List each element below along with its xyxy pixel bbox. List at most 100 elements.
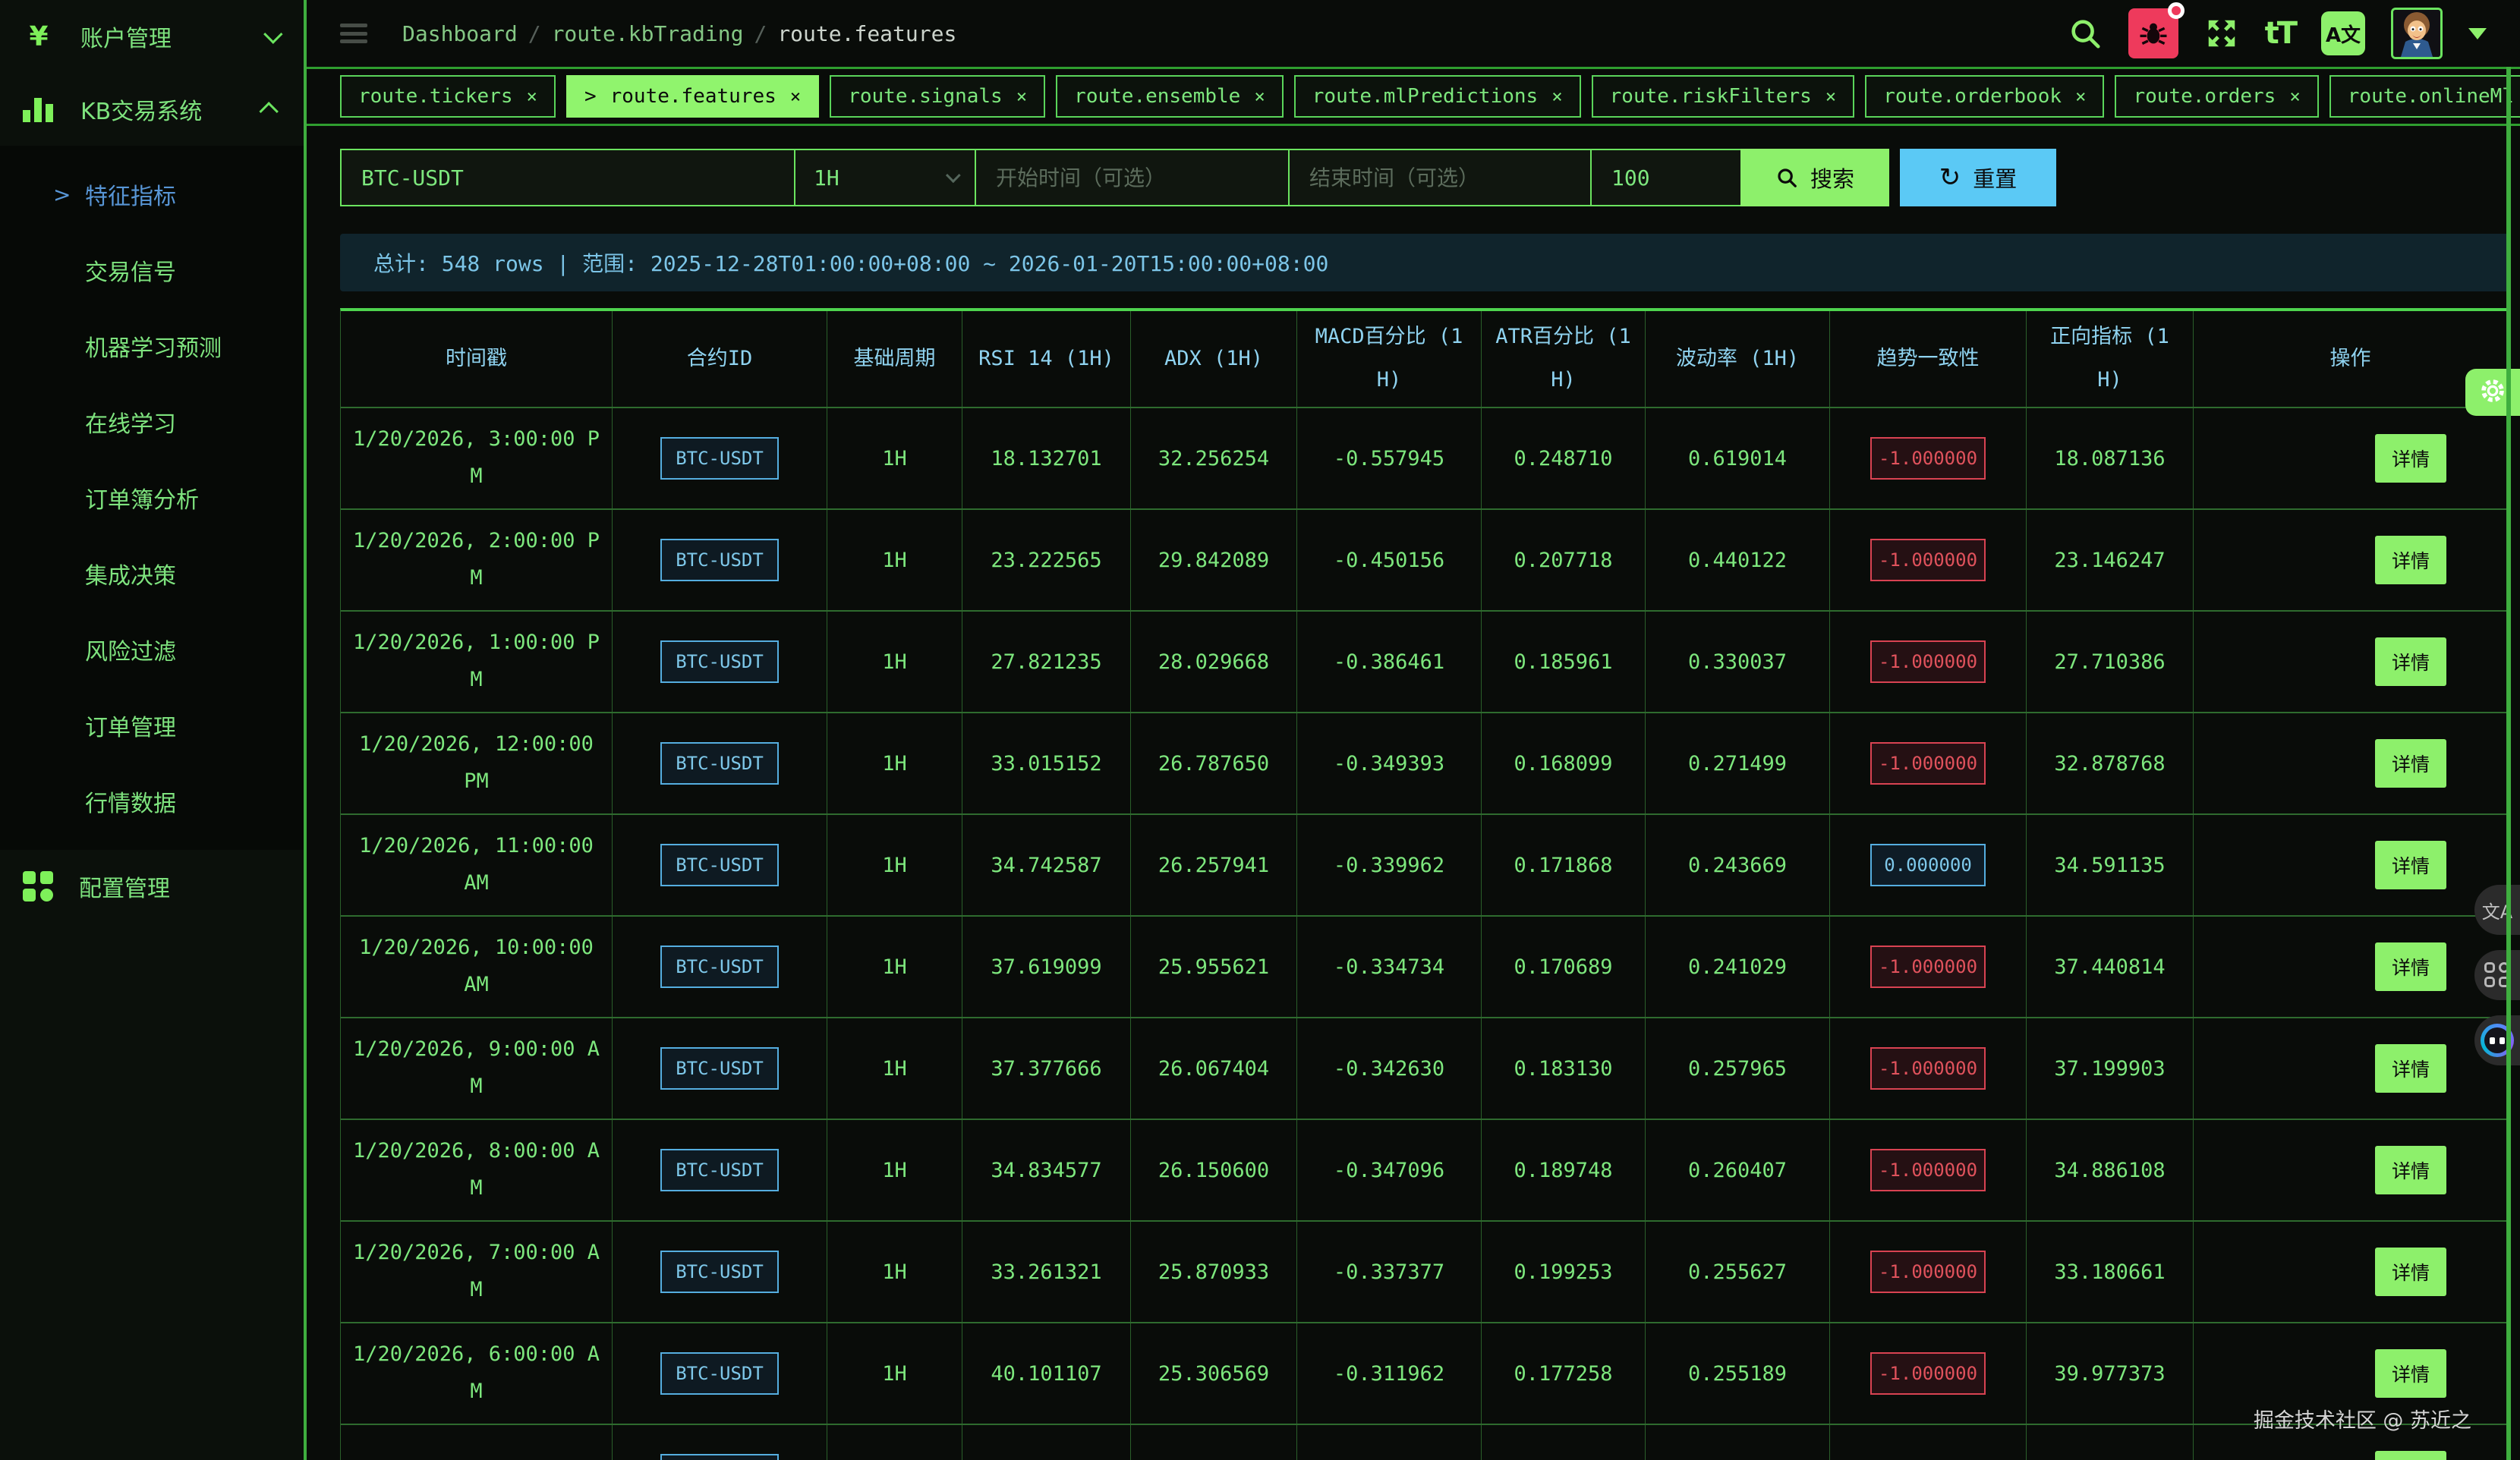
detail-button[interactable]: 详情 bbox=[2375, 1248, 2446, 1296]
sidebar-subitem[interactable]: 机器学习预测 bbox=[0, 308, 304, 384]
tab-route.signals[interactable]: route.signals× bbox=[830, 75, 1045, 118]
settings-fab[interactable] bbox=[2465, 369, 2520, 416]
cell-volatility: 0.243669 bbox=[1646, 815, 1830, 915]
sidebar-subitem-label: 订单簿分析 bbox=[85, 481, 199, 514]
tab-route.features[interactable]: >route.features× bbox=[566, 75, 819, 118]
column-header: RSI 14 (1H) bbox=[962, 311, 1131, 407]
detail-button[interactable]: 详情 bbox=[2375, 1451, 2446, 1460]
bug-report-button[interactable] bbox=[2128, 8, 2178, 58]
detail-button[interactable]: 详情 bbox=[2375, 536, 2446, 584]
close-icon[interactable]: × bbox=[1254, 86, 1265, 107]
sidebar-subitem[interactable]: 行情数据 bbox=[0, 763, 304, 839]
user-menu-caret-icon[interactable] bbox=[2468, 28, 2487, 39]
close-icon[interactable]: × bbox=[2075, 86, 2086, 107]
table-row: 1/20/2026, 2:00:00 PMBTC-USDT1H23.222565… bbox=[341, 508, 2511, 610]
font-size-icon[interactable]: tT bbox=[2265, 16, 2295, 51]
tab-route.riskFilters[interactable]: route.riskFilters× bbox=[1592, 75, 1855, 118]
translate-fab[interactable]: 文A bbox=[2474, 885, 2520, 935]
symbol-input[interactable] bbox=[342, 165, 794, 190]
cell-rsi: 18.132701 bbox=[962, 408, 1131, 508]
period-select[interactable]: 1H bbox=[794, 149, 976, 206]
sidebar-collapse-icon[interactable] bbox=[340, 24, 367, 43]
tab-route.onlineMl[interactable]: route.onlineMl× bbox=[2329, 75, 2520, 118]
reset-button[interactable]: ↻ 重置 bbox=[1900, 149, 2056, 206]
tab-route.orderbook[interactable]: route.orderbook× bbox=[1865, 75, 2104, 118]
avatar[interactable] bbox=[2391, 8, 2443, 59]
limit-input[interactable] bbox=[1592, 165, 1740, 190]
watermark: 掘金技术社区 @ 苏近之 bbox=[2254, 1404, 2471, 1433]
sidebar-subitem-label: 订单管理 bbox=[85, 709, 176, 742]
active-arrow-icon: > bbox=[53, 182, 71, 207]
sidebar-subitem[interactable]: 订单管理 bbox=[0, 688, 304, 763]
sidebar-subitem[interactable]: >特征指标 bbox=[0, 156, 304, 232]
contract-badge: BTC-USDT bbox=[660, 1251, 779, 1293]
sidebar-item-account-management[interactable]: ¥ 账户管理 bbox=[0, 0, 304, 73]
sidebar-subitem[interactable]: 在线学习 bbox=[0, 384, 304, 460]
cell-contract: BTC-USDT bbox=[613, 1323, 827, 1424]
language-switch-icon[interactable]: A文 bbox=[2321, 11, 2365, 55]
detail-button[interactable]: 详情 bbox=[2375, 942, 2446, 991]
search-button[interactable]: 搜索 bbox=[1740, 149, 1889, 206]
cell-rsi: 33.261321 bbox=[962, 1222, 1131, 1322]
cell-volatility: 0.330037 bbox=[1646, 612, 1830, 712]
cell-positive bbox=[2027, 1425, 2194, 1460]
detail-button[interactable]: 详情 bbox=[2375, 434, 2446, 483]
detail-button[interactable]: 详情 bbox=[2375, 739, 2446, 788]
cell-positive: 27.710386 bbox=[2027, 612, 2194, 712]
cell-adx: 28.029668 bbox=[1131, 612, 1297, 712]
breadcrumb-item[interactable]: Dashboard bbox=[402, 21, 518, 46]
cell-period: 1H bbox=[827, 510, 962, 610]
sidebar: ¥ 账户管理 KB交易系统 >特征指标交易信号机器学习预测在线学习订单簿分析集成… bbox=[0, 0, 304, 1460]
detail-button[interactable]: 详情 bbox=[2375, 1044, 2446, 1093]
detail-button[interactable]: 详情 bbox=[2375, 637, 2446, 686]
sidebar-item-label: KB交易系统 bbox=[80, 93, 202, 126]
tab-route.ensemble[interactable]: route.ensemble× bbox=[1056, 75, 1284, 118]
close-icon[interactable]: × bbox=[790, 86, 801, 107]
sidebar-subitem[interactable]: 交易信号 bbox=[0, 232, 304, 308]
breadcrumb-item[interactable]: route.kbTrading bbox=[552, 21, 744, 46]
cell-timestamp: 1/20/2026, 6:00:00 AM bbox=[341, 1323, 613, 1424]
sidebar-subitem[interactable]: 风险过滤 bbox=[0, 612, 304, 688]
gear-icon bbox=[2477, 376, 2508, 409]
close-icon[interactable]: × bbox=[1016, 86, 1027, 107]
cell-contract: BTC-USDT bbox=[613, 1425, 827, 1460]
close-icon[interactable]: × bbox=[1551, 86, 1562, 107]
search-icon[interactable] bbox=[2068, 16, 2103, 51]
scrollbar[interactable] bbox=[2506, 67, 2511, 1460]
cell-actions: 详情 bbox=[2194, 408, 2508, 508]
tab-label: route.tickers bbox=[358, 85, 513, 108]
sidebar-item-kb-trading-system[interactable]: KB交易系统 bbox=[0, 73, 304, 146]
close-icon[interactable]: × bbox=[2289, 86, 2300, 107]
sidebar-subitem[interactable]: 订单簿分析 bbox=[0, 460, 304, 536]
trend-badge: -1.000000 bbox=[1870, 640, 1986, 683]
fullscreen-icon[interactable] bbox=[2204, 16, 2239, 51]
sidebar-item-config-management[interactable]: 配置管理 bbox=[0, 850, 304, 923]
end-time-input[interactable] bbox=[1290, 165, 1590, 190]
sidebar-subitem[interactable]: 集成决策 bbox=[0, 536, 304, 612]
assistant-fab[interactable] bbox=[2474, 1015, 2520, 1065]
cell-period: 1H bbox=[827, 713, 962, 813]
topbar-icons: tT A文 bbox=[2068, 8, 2487, 59]
table-row: 1/20/2026, 10:00:00 AMBTC-USDT1H37.61909… bbox=[341, 915, 2511, 1017]
cell-positive: 18.087136 bbox=[2027, 408, 2194, 508]
tab-route.mlPredictions[interactable]: route.mlPredictions× bbox=[1294, 75, 1581, 118]
close-icon[interactable]: × bbox=[527, 86, 537, 107]
cell-adx: 26.257941 bbox=[1131, 815, 1297, 915]
start-time-input[interactable] bbox=[976, 165, 1288, 190]
contract-badge: BTC-USDT bbox=[660, 844, 779, 886]
trend-badge: -1.000000 bbox=[1870, 1149, 1986, 1191]
detail-button[interactable]: 详情 bbox=[2375, 1146, 2446, 1194]
trend-badge: -1.000000 bbox=[1870, 1047, 1986, 1090]
cell-atr: 0.183130 bbox=[1482, 1018, 1646, 1119]
apps-fab[interactable] bbox=[2474, 950, 2520, 1000]
trend-badge: -1.000000 bbox=[1870, 742, 1986, 785]
tab-route.orders[interactable]: route.orders× bbox=[2115, 75, 2318, 118]
detail-button[interactable]: 详情 bbox=[2375, 841, 2446, 889]
detail-button[interactable]: 详情 bbox=[2375, 1349, 2446, 1398]
summary-text: 总计: 548 rows | 范围: 2025-12-28T01:00:00+0… bbox=[373, 247, 1328, 278]
trend-badge: -1.000000 bbox=[1870, 539, 1986, 581]
close-icon[interactable]: × bbox=[1825, 86, 1836, 107]
sidebar-item-label: 账户管理 bbox=[80, 20, 172, 53]
cell-volatility: 0.271499 bbox=[1646, 713, 1830, 813]
tab-route.tickers[interactable]: route.tickers × bbox=[340, 75, 556, 118]
